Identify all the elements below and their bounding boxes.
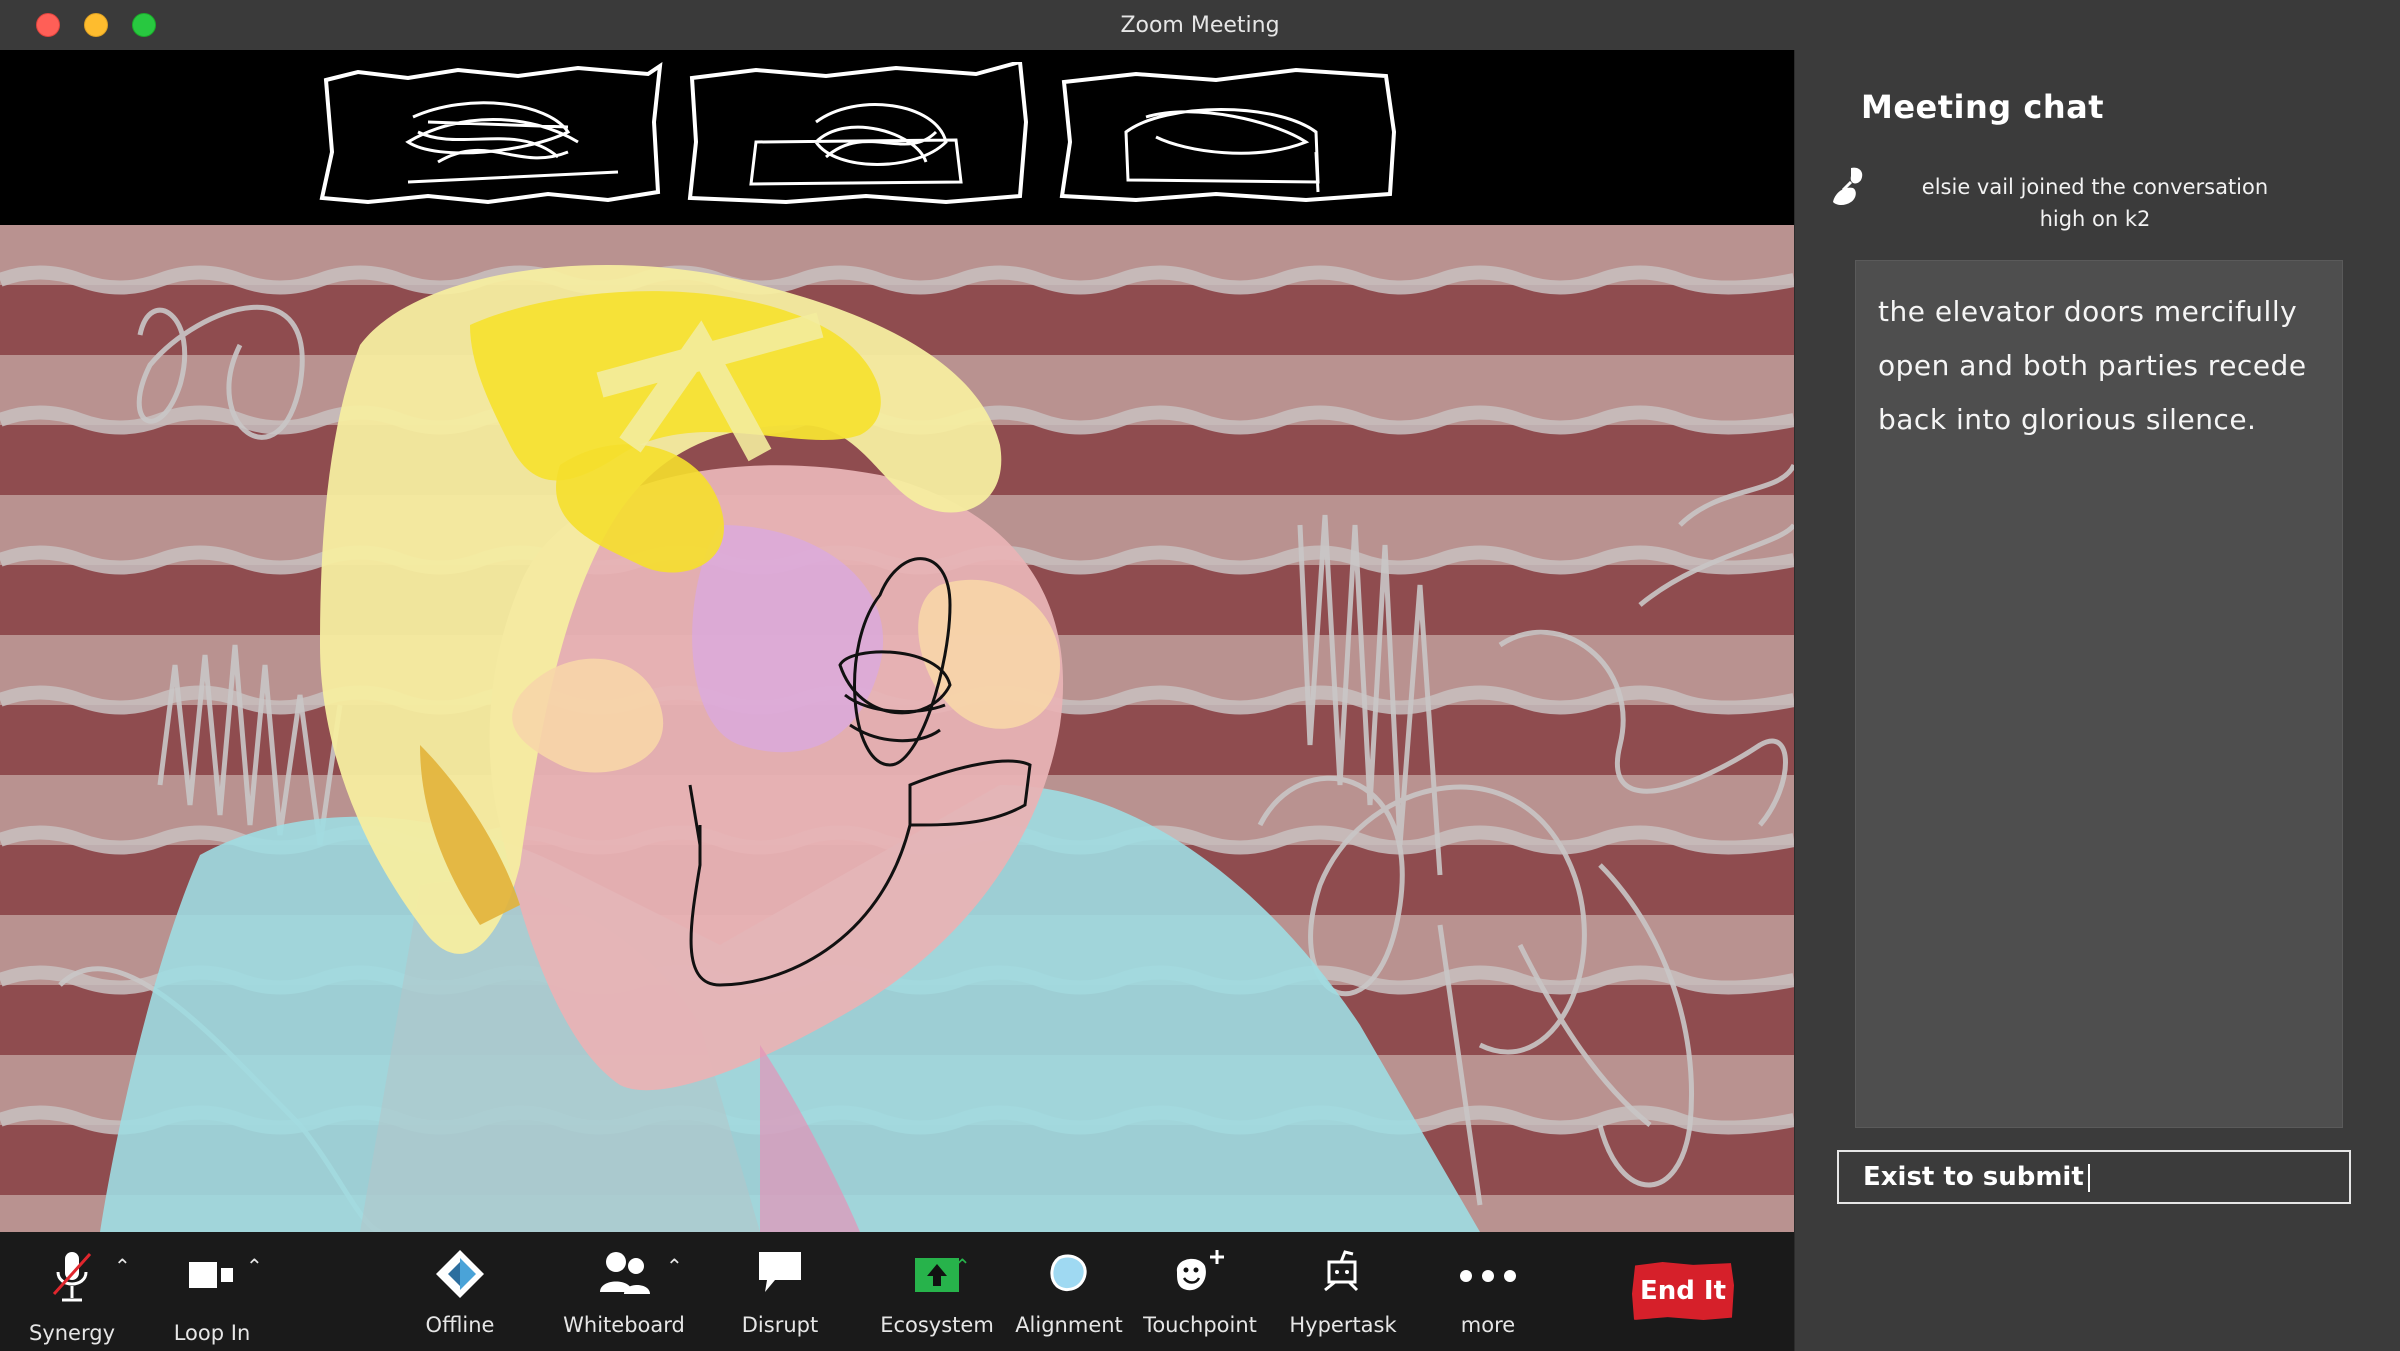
whiteboard-label: Whiteboard <box>563 1313 685 1337</box>
offline-button[interactable]: Offline <box>410 1232 510 1351</box>
ecosystem-options-chevron-up-icon[interactable]: ⌃ <box>954 1254 971 1278</box>
person-joined-icon <box>1833 167 1863 205</box>
disrupt-label: Disrupt <box>741 1313 819 1337</box>
synergy-label: Synergy <box>28 1321 115 1345</box>
diamond-shield-icon <box>436 1250 484 1298</box>
touchpoint-label: Touchpoint <box>1143 1313 1257 1337</box>
touchpoint-button[interactable]: Touchpoint <box>1140 1232 1260 1351</box>
synergy-options-chevron-up-icon[interactable]: ⌃ <box>114 1254 131 1278</box>
microphone-muted-icon <box>52 1252 92 1302</box>
meeting-toolbar: Synergy ⌃ Loop In ⌃ Offline Whiteboard ⌃ <box>0 1232 1794 1351</box>
speech-bubble-icon <box>759 1252 801 1292</box>
video-area <box>0 50 1794 1232</box>
hypertask-label: Hypertask <box>1289 1313 1397 1337</box>
participant-thumbnail-1[interactable] <box>318 62 668 212</box>
loop-in-label: Loop In <box>173 1321 251 1345</box>
text-caret <box>2087 1163 2090 1192</box>
ecosystem-label: Ecosystem <box>880 1313 994 1337</box>
join-notice: elsie vail joined the conversation high … <box>1895 168 2295 232</box>
ecosystem-button[interactable]: Ecosystem <box>872 1232 1002 1351</box>
chat-message-box: the elevator doors mercifully open and b… <box>1855 260 2343 1128</box>
chat-panel: Meeting chat elsie vail joined the conve… <box>1794 50 2400 1351</box>
window-title: Zoom Meeting <box>1120 13 1280 38</box>
chat-input[interactable]: Exist to submit <box>1837 1150 2351 1204</box>
participant-thumbnail-2[interactable] <box>686 62 1036 212</box>
chat-title: Meeting chat <box>1861 88 2104 126</box>
hypertask-button[interactable]: Hypertask <box>1280 1232 1406 1351</box>
participant-thumbnails <box>0 50 1794 225</box>
speaker-painting <box>0 225 1794 1232</box>
participant-thumbnail-3[interactable] <box>1056 62 1406 212</box>
robot-icon <box>1324 1250 1359 1292</box>
end-meeting-button[interactable]: End It <box>1632 1262 1734 1320</box>
participants-icon <box>600 1252 650 1294</box>
blue-blob-icon <box>1050 1254 1087 1291</box>
chat-message: the elevator doors mercifully open and b… <box>1878 295 2307 436</box>
more-button[interactable]: more <box>1440 1232 1536 1351</box>
offline-label: Offline <box>425 1313 495 1337</box>
main-video-feed <box>0 225 1794 1232</box>
alignment-button[interactable]: Alignment <box>1014 1232 1124 1351</box>
chat-input-value: Exist to submit <box>1863 1162 2084 1192</box>
smiley-plus-icon <box>1176 1250 1224 1291</box>
alignment-label: Alignment <box>1015 1313 1123 1337</box>
whiteboard-options-chevron-up-icon[interactable]: ⌃ <box>666 1254 683 1278</box>
join-notice-line-2: high on k2 <box>2039 207 2151 231</box>
disrupt-button[interactable]: Disrupt <box>728 1232 832 1351</box>
more-label: more <box>1460 1313 1516 1337</box>
more-dots-icon <box>1460 1270 1516 1282</box>
loop-in-options-chevron-up-icon[interactable]: ⌃ <box>246 1254 263 1278</box>
title-bar: Zoom Meeting <box>0 0 2400 51</box>
join-notice-line-1: elsie vail joined the conversation <box>1921 175 2269 199</box>
video-camera-icon <box>189 1262 233 1288</box>
whiteboard-button[interactable]: Whiteboard <box>556 1232 692 1351</box>
loop-in-button[interactable]: Loop In <box>160 1232 264 1351</box>
synergy-button[interactable]: Synergy <box>20 1232 124 1351</box>
